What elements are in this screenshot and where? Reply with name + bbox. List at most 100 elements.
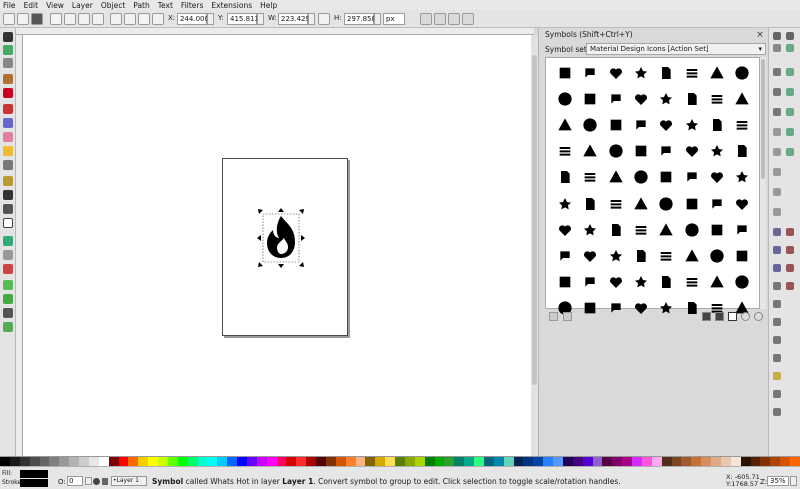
menu-object[interactable]: Object bbox=[101, 1, 125, 10]
alarm-off-icon[interactable] bbox=[604, 87, 628, 111]
eraser-tool-icon[interactable] bbox=[3, 250, 13, 260]
pen-tool-icon[interactable] bbox=[3, 190, 13, 200]
pencil-tool-icon[interactable] bbox=[3, 176, 13, 186]
text-tool-icon[interactable] bbox=[3, 218, 13, 228]
xml-editor-icon[interactable] bbox=[773, 408, 781, 416]
dashboard-icon[interactable] bbox=[705, 139, 729, 163]
home-icon[interactable] bbox=[680, 218, 704, 242]
vertical-ruler[interactable] bbox=[16, 35, 23, 456]
fill-stroke-icon[interactable] bbox=[773, 372, 781, 380]
snap-page-icon[interactable] bbox=[786, 228, 794, 236]
backup-icon[interactable] bbox=[705, 113, 729, 137]
redo-icon[interactable] bbox=[773, 148, 781, 156]
snap-guide-icon[interactable] bbox=[786, 264, 794, 272]
y-field[interactable]: 415.813 bbox=[227, 13, 259, 25]
assignment-ind-icon[interactable] bbox=[578, 113, 602, 137]
snap-nodes-icon[interactable] bbox=[786, 108, 794, 116]
flip-to-back-icon[interactable] bbox=[705, 192, 729, 216]
stroke-swatch[interactable] bbox=[20, 479, 48, 487]
open-icon[interactable] bbox=[773, 44, 781, 52]
connector-tool-icon[interactable] bbox=[3, 322, 13, 332]
snap-midpoints-icon[interactable] bbox=[786, 148, 794, 156]
fill-stroke-indicator[interactable]: Fill: Stroke: bbox=[0, 467, 50, 489]
rotate-cw-icon[interactable] bbox=[64, 13, 76, 25]
event-icon[interactable] bbox=[654, 165, 678, 189]
selected-symbol[interactable] bbox=[257, 208, 305, 268]
snap-grid-icon[interactable] bbox=[786, 246, 794, 254]
grade-icon[interactable] bbox=[553, 218, 577, 242]
symbols-grid[interactable] bbox=[545, 57, 760, 315]
preview-icon[interactable] bbox=[754, 312, 763, 321]
pin-icon[interactable] bbox=[549, 312, 558, 321]
spray-tool-icon[interactable] bbox=[3, 236, 13, 246]
done-icon[interactable] bbox=[604, 165, 628, 189]
import-icon[interactable] bbox=[773, 88, 781, 96]
highlight-off-icon[interactable] bbox=[629, 218, 653, 242]
menu-layer[interactable]: Layer bbox=[72, 1, 93, 10]
extension-icon[interactable] bbox=[730, 165, 754, 189]
markunread-mailbox-icon[interactable] bbox=[654, 270, 678, 294]
flip-to-front-icon[interactable] bbox=[680, 192, 704, 216]
account-balance-icon[interactable] bbox=[604, 61, 628, 85]
y-spinner[interactable] bbox=[257, 13, 264, 25]
class-icon[interactable] bbox=[654, 139, 678, 163]
symbol-set-select[interactable]: Material Design Icons [Action Set] ▾ bbox=[586, 43, 766, 55]
x-field[interactable]: 244.000 bbox=[177, 13, 209, 25]
3d-rotation-icon[interactable] bbox=[553, 61, 577, 85]
assessment-icon[interactable] bbox=[730, 87, 754, 111]
launch-icon[interactable] bbox=[705, 244, 729, 268]
measure-tool-icon[interactable] bbox=[3, 88, 13, 98]
alarm-icon[interactable] bbox=[553, 87, 577, 111]
explore-icon[interactable] bbox=[705, 165, 729, 189]
symbols-grid-scrollbar[interactable] bbox=[760, 57, 766, 309]
assignment-returned-icon[interactable] bbox=[654, 113, 678, 137]
restore-icon[interactable] bbox=[654, 218, 678, 242]
paint-bucket-tool-icon[interactable] bbox=[3, 264, 13, 274]
help-icon[interactable] bbox=[604, 192, 628, 216]
history-icon[interactable] bbox=[629, 192, 653, 216]
canvas-vertical-scrollbar[interactable] bbox=[531, 35, 538, 456]
snap-toggle-icon[interactable] bbox=[786, 32, 794, 40]
unit-select[interactable]: px bbox=[383, 13, 405, 25]
lock-icon[interactable] bbox=[553, 270, 577, 294]
zoom-spinner[interactable] bbox=[790, 476, 797, 486]
horizontal-ruler[interactable] bbox=[16, 28, 534, 35]
cut-icon[interactable] bbox=[773, 188, 781, 196]
copy-icon[interactable] bbox=[773, 168, 781, 176]
book-icon[interactable] bbox=[730, 113, 754, 137]
invert-colors-icon[interactable] bbox=[604, 244, 628, 268]
node-tool-icon[interactable] bbox=[3, 45, 13, 55]
android-icon[interactable] bbox=[654, 87, 678, 111]
info-icon[interactable] bbox=[730, 218, 754, 242]
face-icon[interactable] bbox=[553, 192, 577, 216]
alarm-on-icon[interactable] bbox=[629, 87, 653, 111]
get-app-icon[interactable] bbox=[730, 192, 754, 216]
snap-bbox-icon[interactable] bbox=[786, 44, 794, 52]
rectangle-tool-icon[interactable] bbox=[3, 104, 13, 114]
info-outline-icon[interactable] bbox=[553, 244, 577, 268]
announcement-icon[interactable] bbox=[680, 87, 704, 111]
exit-to-app-icon[interactable] bbox=[680, 165, 704, 189]
assignment-return-icon[interactable] bbox=[629, 113, 653, 137]
open-in-new-icon[interactable] bbox=[730, 270, 754, 294]
new-document-icon[interactable] bbox=[773, 32, 781, 40]
group-icon[interactable] bbox=[773, 336, 781, 344]
list-icon[interactable] bbox=[730, 244, 754, 268]
lock-outline-icon[interactable] bbox=[604, 270, 628, 294]
add-shopping-cart-icon[interactable] bbox=[730, 61, 754, 85]
ungroup-icon[interactable] bbox=[773, 354, 781, 362]
loyalty-icon[interactable] bbox=[629, 270, 653, 294]
bookmark-icon[interactable] bbox=[553, 139, 577, 163]
h-spinner[interactable] bbox=[374, 13, 381, 25]
menu-text[interactable]: Text bbox=[158, 1, 173, 10]
done-all-icon[interactable] bbox=[629, 165, 653, 189]
snap-corners-icon[interactable] bbox=[786, 88, 794, 96]
snap-paths-icon[interactable] bbox=[786, 128, 794, 136]
bug-report-icon[interactable] bbox=[604, 139, 628, 163]
lower-icon[interactable] bbox=[124, 13, 136, 25]
flip-vertical-icon[interactable] bbox=[92, 13, 104, 25]
menu-view[interactable]: View bbox=[46, 1, 64, 10]
autorenew-icon[interactable] bbox=[680, 113, 704, 137]
w-spinner[interactable] bbox=[308, 13, 315, 25]
settings-icon[interactable] bbox=[741, 312, 750, 321]
